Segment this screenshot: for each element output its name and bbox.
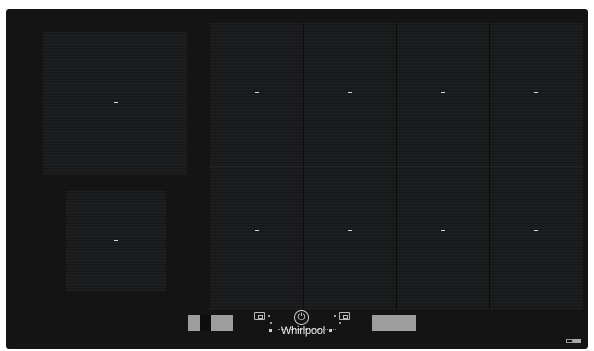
- zone-indicator-mark: [114, 102, 118, 103]
- cooktop-surface: ⏻: [6, 9, 588, 349]
- brand-logo: Whirlpool: [281, 325, 326, 337]
- left-display-segment: [188, 315, 200, 331]
- flex-zone-4-top-mark: [534, 92, 538, 93]
- indicator-dot: [339, 322, 341, 324]
- lock-icon[interactable]: [339, 312, 350, 320]
- flex-row-divider: [210, 166, 583, 167]
- flexi-cooking-area[interactable]: [210, 23, 583, 310]
- cooking-zone-left-small[interactable]: [66, 191, 166, 291]
- flex-zone-1-top-mark: [255, 92, 259, 93]
- zone-indicator-mark: [114, 240, 118, 241]
- flex-zone-4-bottom-mark: [534, 230, 538, 231]
- left-display-segment: [211, 315, 233, 331]
- flex-zone-3-top-mark: [441, 92, 445, 93]
- flex-zone-2-bottom-mark: [348, 230, 352, 231]
- flex-zone-2-top-mark: [348, 92, 352, 93]
- badge-icon: [566, 339, 573, 343]
- power-icon[interactable]: ⏻: [294, 310, 309, 325]
- cooking-zone-left-large[interactable]: [43, 32, 187, 175]
- flex-zone-3-bottom-mark: [441, 230, 445, 231]
- indicator-dot: [270, 322, 272, 324]
- badge-icon: [573, 339, 581, 343]
- slider-minus[interactable]: [269, 329, 272, 332]
- slider-plus[interactable]: [329, 329, 332, 332]
- indicator-dot: [334, 315, 336, 317]
- indicator-dot: [268, 315, 270, 317]
- timer-icon[interactable]: [254, 312, 265, 320]
- left-display-segment-dark: [200, 315, 211, 331]
- right-display: [372, 315, 416, 331]
- flex-zone-1-bottom-mark: [255, 230, 259, 231]
